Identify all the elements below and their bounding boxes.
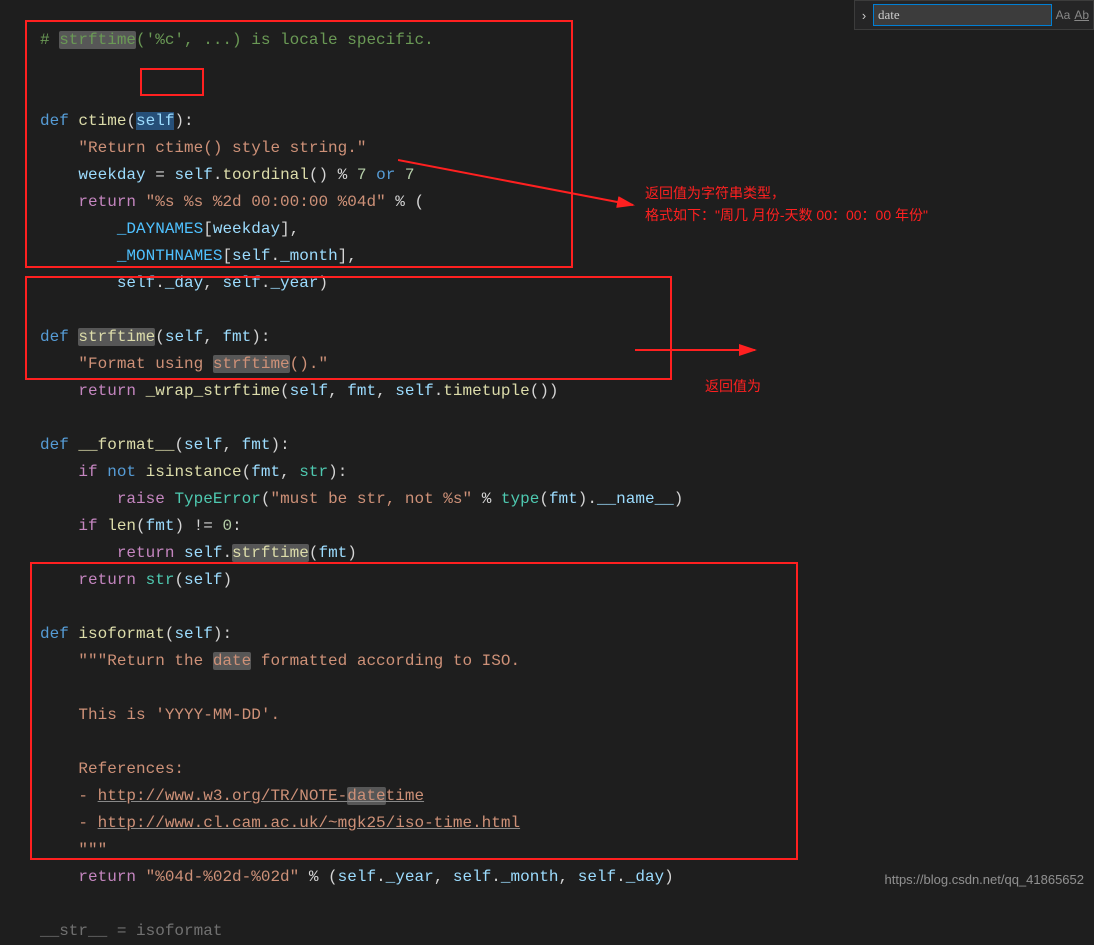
call-strftime: strftime bbox=[232, 544, 309, 562]
prop-month: _month bbox=[280, 247, 338, 265]
docstring: This is 'YYYY-MM-DD'. bbox=[78, 706, 280, 724]
param-self: self bbox=[165, 328, 203, 346]
self-ref: self bbox=[338, 868, 376, 886]
keyword-def: def bbox=[40, 625, 69, 643]
param-fmt: fmt bbox=[222, 328, 251, 346]
param-fmt: fmt bbox=[549, 490, 578, 508]
match-word-toggle[interactable]: Ab bbox=[1074, 8, 1089, 22]
keyword-if: if bbox=[78, 517, 97, 535]
param-fmt: fmt bbox=[146, 517, 175, 535]
annotation-text-1: 返回值为字符串类型， 格式如下："周几 月份-天数 00：00：00 年份" bbox=[645, 182, 928, 226]
self-ref: self bbox=[174, 166, 212, 184]
docstring: """Return the date formatted according t… bbox=[78, 652, 520, 670]
fn-ctime: ctime bbox=[78, 112, 126, 130]
num-7b: 7 bbox=[405, 166, 415, 184]
annotation-text-2: 返回值为 bbox=[705, 375, 761, 397]
code-editor[interactable]: # strftime('%c', ...) is locale specific… bbox=[0, 0, 1094, 945]
self-ref: self bbox=[453, 868, 491, 886]
keyword-return: return bbox=[117, 544, 175, 562]
prop-month: _month bbox=[501, 868, 559, 886]
self-ref: self bbox=[184, 571, 222, 589]
self-ref: self bbox=[117, 274, 155, 292]
bracket: [ bbox=[203, 220, 213, 238]
num-0: 0 bbox=[222, 517, 232, 535]
keyword-def: def bbox=[40, 328, 69, 346]
param-fmt: fmt bbox=[251, 463, 280, 481]
self-ref: self bbox=[222, 274, 260, 292]
keyword-def: def bbox=[40, 112, 69, 130]
op-pct: % ( bbox=[386, 193, 424, 211]
op-pct: % ( bbox=[299, 868, 337, 886]
param-self: self bbox=[184, 436, 222, 454]
docstring: "Return ctime() style string." bbox=[78, 139, 366, 157]
param-fmt: fmt bbox=[318, 544, 347, 562]
docstring: """ bbox=[78, 841, 107, 859]
var-weekday: weekday bbox=[213, 220, 280, 238]
bracket-close: ], bbox=[280, 220, 299, 238]
call-type: type bbox=[501, 490, 539, 508]
prop-day: _day bbox=[626, 868, 664, 886]
op-mod: % bbox=[328, 166, 357, 184]
op-eq: = bbox=[146, 166, 175, 184]
docstring: - http://www.cl.cam.ac.uk/~mgk25/iso-tim… bbox=[78, 814, 520, 832]
type-str: str bbox=[299, 463, 328, 481]
prop-year: _year bbox=[386, 868, 434, 886]
self-ref: self bbox=[290, 382, 328, 400]
self-ref: self bbox=[395, 382, 433, 400]
watermark: https://blog.csdn.net/qq_41865652 bbox=[885, 872, 1085, 887]
fmt-string: "%04d-%02d-%02d" bbox=[146, 868, 300, 886]
call-timetuple: timetuple bbox=[443, 382, 529, 400]
comment-line: # strftime('%c', ...) is locale specific… bbox=[40, 31, 434, 49]
find-expand-icon[interactable]: › bbox=[855, 1, 873, 29]
param-fmt: fmt bbox=[347, 382, 376, 400]
find-options: Aa Ab bbox=[1052, 8, 1093, 22]
keyword-return: return bbox=[78, 382, 136, 400]
const-daynames: _DAYNAMES bbox=[117, 220, 203, 238]
param-self: self bbox=[174, 625, 212, 643]
keyword-return: return bbox=[78, 868, 136, 886]
call-wrap-strftime: _wrap_strftime bbox=[146, 382, 280, 400]
docstring: References: bbox=[78, 760, 184, 778]
fn-format: __format__ bbox=[78, 436, 174, 454]
keyword-def: def bbox=[40, 436, 69, 454]
keyword-raise: raise bbox=[117, 490, 165, 508]
num-7: 7 bbox=[357, 166, 367, 184]
keyword-return: return bbox=[78, 193, 136, 211]
var-weekday: weekday bbox=[78, 166, 145, 184]
self-ref: self bbox=[184, 544, 222, 562]
call-len: len bbox=[107, 517, 136, 535]
prop-day: _day bbox=[165, 274, 203, 292]
docstring: - http://www.w3.org/TR/NOTE-datetime bbox=[78, 787, 424, 805]
fn-isoformat: isoformat bbox=[78, 625, 164, 643]
keyword-not: not bbox=[107, 463, 136, 481]
find-panel: › Aa Ab bbox=[854, 0, 1094, 30]
fn-strftime: strftime bbox=[78, 328, 155, 346]
type-typeerror: TypeError bbox=[174, 490, 260, 508]
call-str: str bbox=[146, 571, 175, 589]
fmt-string: "%s %s %2d 00:00:00 %04d" bbox=[146, 193, 386, 211]
self-ref: self bbox=[232, 247, 270, 265]
self-ref: self bbox=[578, 868, 616, 886]
prop-year: _year bbox=[270, 274, 318, 292]
prop-name: __name__ bbox=[597, 490, 674, 508]
docstring: "Format using strftime()." bbox=[78, 355, 328, 373]
call-isinstance: isinstance bbox=[146, 463, 242, 481]
keyword-or: or bbox=[376, 166, 395, 184]
keyword-if: if bbox=[78, 463, 97, 481]
param-self: self bbox=[136, 112, 174, 130]
const-monthnames: _MONTHNAMES bbox=[117, 247, 223, 265]
match-case-toggle[interactable]: Aa bbox=[1056, 8, 1071, 22]
keyword-return: return bbox=[78, 571, 136, 589]
param-fmt: fmt bbox=[242, 436, 271, 454]
code-tail: __str__ = isoformat bbox=[40, 922, 222, 940]
op-pct: % bbox=[472, 490, 501, 508]
err-msg: "must be str, not %s" bbox=[270, 490, 472, 508]
find-input[interactable] bbox=[873, 4, 1052, 26]
call-toordinal: toordinal bbox=[222, 166, 308, 184]
